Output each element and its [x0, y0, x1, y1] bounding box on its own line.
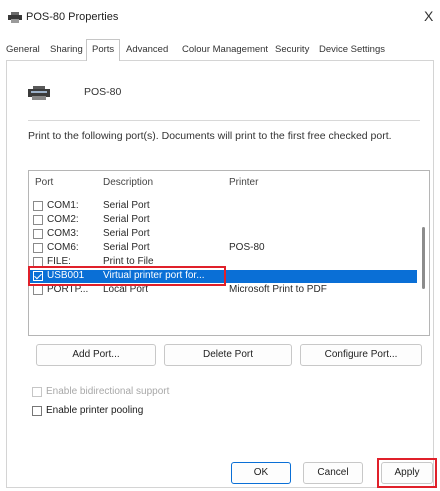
port-description: Serial Port: [103, 200, 150, 211]
window-title: POS-80 Properties: [26, 11, 119, 23]
port-list[interactable]: Port Description Printer COM1: Serial Po…: [28, 170, 430, 336]
port-printer: Microsoft Print to PDF: [229, 284, 327, 295]
port-row[interactable]: COM1: Serial Port: [29, 200, 417, 213]
pooling-label: Enable printer pooling: [46, 405, 144, 416]
column-header-port[interactable]: Port: [35, 177, 53, 188]
port-row[interactable]: COM6: Serial Port POS-80: [29, 242, 417, 255]
add-port-button[interactable]: Add Port...: [36, 344, 156, 366]
port-name: COM2:: [47, 214, 79, 225]
bidirectional-label: Enable bidirectional support: [46, 386, 170, 397]
tab-sharing[interactable]: Sharing: [50, 44, 83, 55]
port-name: COM1:: [47, 200, 79, 211]
tab-strip: General Sharing Ports Advanced Colour Ma…: [0, 36, 440, 62]
tab-general[interactable]: General: [6, 44, 40, 55]
port-checkbox[interactable]: [33, 215, 43, 225]
tab-device-settings[interactable]: Device Settings: [319, 44, 385, 55]
selected-row-highlight: [28, 266, 226, 286]
list-header: Port Description Printer: [29, 171, 429, 193]
instructions-text: Print to the following port(s). Document…: [28, 130, 392, 142]
tab-colour-management[interactable]: Colour Management: [182, 44, 268, 55]
configure-port-button[interactable]: Configure Port...: [300, 344, 422, 366]
port-printer: POS-80: [229, 242, 265, 253]
port-name: COM3:: [47, 228, 79, 239]
port-checkbox[interactable]: [33, 229, 43, 239]
port-row[interactable]: COM2: Serial Port: [29, 214, 417, 227]
port-checkbox[interactable]: [33, 201, 43, 211]
port-checkbox[interactable]: [33, 285, 43, 295]
divider: [28, 120, 420, 121]
apply-button-highlight: [377, 458, 437, 488]
pooling-checkbox[interactable]: [32, 406, 42, 416]
list-scrollbar[interactable]: [420, 173, 428, 333]
tab-ports[interactable]: Ports: [86, 39, 121, 61]
title-bar: POS-80 Properties X: [0, 0, 440, 36]
port-description: Serial Port: [103, 214, 150, 225]
printer-name: POS-80: [84, 86, 122, 98]
scroll-thumb[interactable]: [422, 227, 425, 289]
column-header-printer[interactable]: Printer: [229, 177, 258, 188]
column-header-description[interactable]: Description: [103, 177, 153, 188]
port-name: COM6:: [47, 242, 79, 253]
port-description: Serial Port: [103, 242, 150, 253]
close-button[interactable]: X: [424, 8, 433, 24]
cancel-button[interactable]: Cancel: [303, 462, 363, 484]
delete-port-button[interactable]: Delete Port: [164, 344, 292, 366]
bidirectional-checkbox[interactable]: [32, 387, 42, 397]
port-description: Serial Port: [103, 228, 150, 239]
printer-icon: [8, 12, 22, 23]
tab-security[interactable]: Security: [275, 44, 309, 55]
tab-advanced[interactable]: Advanced: [126, 44, 168, 55]
port-row[interactable]: COM3: Serial Port: [29, 228, 417, 241]
printer-icon: [28, 86, 50, 100]
ok-button[interactable]: OK: [231, 462, 291, 484]
port-checkbox[interactable]: [33, 243, 43, 253]
